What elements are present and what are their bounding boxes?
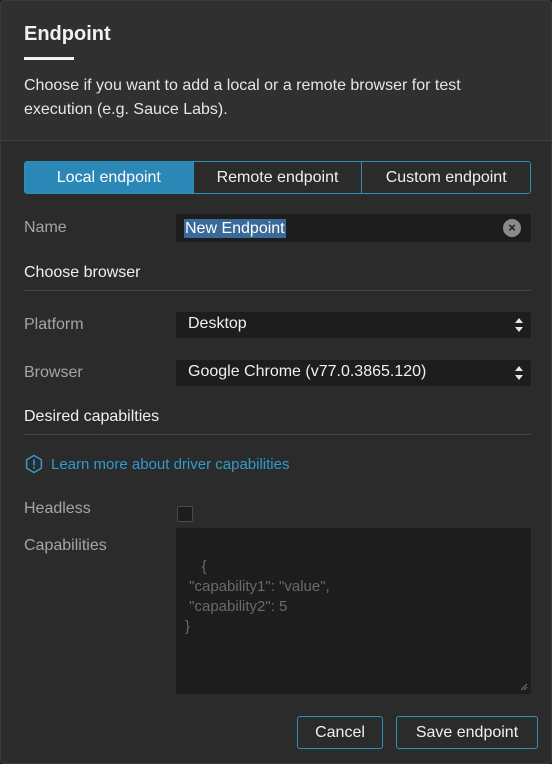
capabilities-label: Capabilities (24, 537, 107, 554)
divider (24, 434, 531, 435)
divider (24, 290, 531, 291)
tab-remote-endpoint[interactable]: Remote endpoint (192, 162, 362, 193)
learn-more-link[interactable]: Learn more about driver capabilities (51, 456, 289, 473)
save-endpoint-button[interactable]: Save endpoint (396, 716, 538, 749)
choose-browser-heading: Choose browser (24, 264, 141, 281)
tab-local-endpoint[interactable]: Local endpoint (25, 162, 193, 193)
browser-select-value: Google Chrome (v77.0.3865.120) (188, 363, 427, 380)
name-label: Name (24, 219, 67, 236)
title-underline (24, 57, 74, 60)
resize-handle-icon[interactable] (520, 683, 528, 691)
learn-more-row: Learn more about driver capabilities (24, 454, 289, 474)
platform-label: Platform (24, 316, 84, 333)
headless-checkbox[interactable] (177, 506, 193, 522)
select-arrows-icon (515, 318, 523, 332)
platform-select-value: Desktop (188, 315, 247, 332)
select-arrows-icon (515, 366, 523, 380)
headless-label: Headless (24, 500, 91, 517)
tab-custom-endpoint[interactable]: Custom endpoint (361, 162, 530, 193)
capabilities-placeholder: { "capability1": "value", "capability2":… (185, 558, 330, 635)
name-input[interactable]: New Endpoint × (176, 214, 531, 242)
endpoint-dialog: Endpoint Choose if you want to add a loc… (0, 0, 552, 764)
info-icon (25, 454, 43, 474)
browser-label: Browser (24, 364, 83, 381)
dialog-header: Endpoint Choose if you want to add a loc… (1, 1, 551, 141)
clear-icon[interactable]: × (503, 219, 521, 237)
platform-select[interactable]: Desktop (176, 312, 531, 338)
desired-capabilities-heading: Desired capabilties (24, 408, 160, 425)
dialog-description: Choose if you want to add a local or a r… (24, 77, 461, 118)
cancel-button[interactable]: Cancel (297, 716, 383, 749)
name-input-value[interactable]: New Endpoint (184, 219, 286, 238)
browser-select[interactable]: Google Chrome (v77.0.3865.120) (176, 360, 531, 386)
dialog-title: Endpoint (24, 23, 111, 45)
capabilities-textarea[interactable]: { "capability1": "value", "capability2":… (176, 528, 531, 694)
endpoint-type-tabs: Local endpoint Remote endpoint Custom en… (24, 161, 531, 194)
